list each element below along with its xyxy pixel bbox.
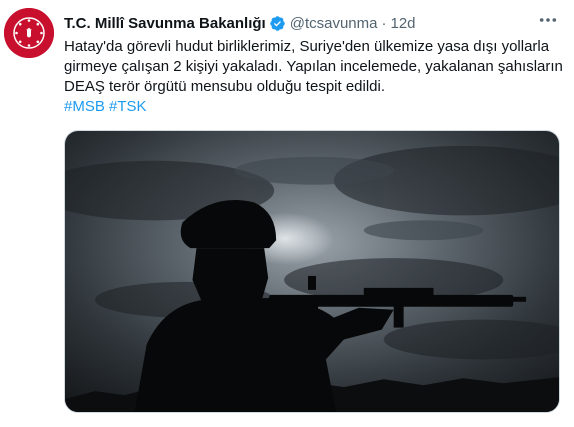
tweet-text: Hatay'da görevli hudut birliklerimiz, Su… xyxy=(64,37,564,97)
tweet-media-image[interactable] xyxy=(64,130,560,413)
hashtag-tsk[interactable]: #TSK xyxy=(109,98,147,115)
msb-emblem-icon xyxy=(4,8,54,58)
tweet-text-line: Hatay'da görevli hudut birliklerimiz, Su… xyxy=(64,38,550,55)
tweet-text-line: girmeye çalışan 2 kişiyi yakaladı. Yapıl… xyxy=(64,58,563,75)
separator-dot: · xyxy=(381,14,387,32)
display-name[interactable]: T.C. Millî Savunma Bakanlığı xyxy=(64,15,266,32)
timestamp[interactable]: 12d xyxy=(390,15,415,32)
verified-badge-icon xyxy=(269,15,286,32)
soldier-silhouette-photo xyxy=(65,131,559,412)
hashtag-msb[interactable]: #MSB xyxy=(64,98,105,115)
tweet-header: T.C. Millî Savunma Bakanlığı @tcsavunma … xyxy=(64,12,564,34)
tweet-card[interactable]: T.C. Millî Savunma Bakanlığı @tcsavunma … xyxy=(0,0,574,427)
tweet-text-line: DEAŞ terör örgütü mensubu olduğu tespit … xyxy=(64,78,386,95)
user-handle[interactable]: @tcsavunma xyxy=(290,15,378,32)
avatar[interactable] xyxy=(4,8,54,58)
hashtag-list: #MSB #TSK xyxy=(64,97,147,117)
more-horizontal-icon[interactable] xyxy=(538,12,558,30)
